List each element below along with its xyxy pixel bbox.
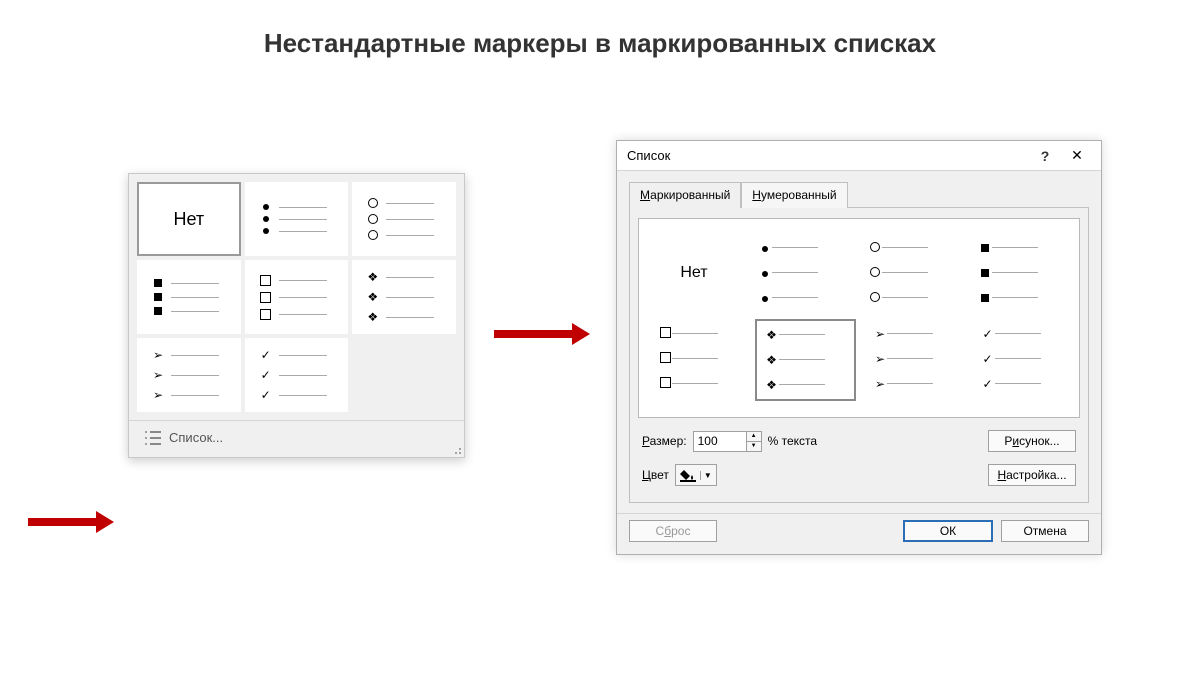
bullet-option-diamond4[interactable]: ❖ ❖ ❖: [352, 260, 456, 334]
preview-circle[interactable]: [857, 233, 961, 313]
page-title: Нестандартные маркеры в маркированных сп…: [0, 28, 1200, 59]
bullet-option-none[interactable]: Нет: [137, 182, 241, 256]
size-unit: % текста: [768, 434, 817, 448]
size-input-field[interactable]: [694, 432, 746, 451]
none-label: Нет: [174, 209, 205, 230]
list-more-label: Список...: [169, 430, 223, 445]
bullet-option-circle[interactable]: [352, 182, 456, 256]
bullet-library-popup: Нет ❖ ❖ ❖ ➢ ➢ ➢: [128, 173, 465, 458]
size-input[interactable]: ▲ ▼: [693, 431, 762, 452]
spin-down[interactable]: ▼: [747, 442, 761, 451]
size-label: Размер:: [642, 434, 687, 448]
arrow-to-dialog: [494, 330, 572, 338]
arrow-to-list: [28, 518, 96, 526]
spin-up[interactable]: ▲: [747, 432, 761, 442]
close-button[interactable]: ✕: [1061, 147, 1093, 164]
dialog-title: Список: [627, 148, 670, 163]
preview-sq-filled[interactable]: [967, 233, 1071, 313]
bullet-option-square-filled[interactable]: [137, 260, 241, 334]
color-label: Цвет: [642, 468, 669, 482]
tab-numbered[interactable]: Нумерованный: [741, 182, 847, 208]
help-button[interactable]: ?: [1029, 148, 1061, 164]
list-more-button[interactable]: Список...: [139, 426, 454, 449]
preview-diamond4[interactable]: ❖ ❖ ❖: [755, 319, 857, 401]
tab-panel: Нет: [629, 207, 1089, 503]
customize-button[interactable]: Настройка...: [988, 464, 1076, 486]
resize-handle[interactable]: [452, 445, 462, 455]
preview-none[interactable]: Нет: [647, 233, 741, 313]
bullet-option-check[interactable]: ✓ ✓ ✓: [245, 338, 349, 412]
titlebar: Список ? ✕: [617, 141, 1101, 171]
preview-frame: Нет: [638, 218, 1080, 418]
paint-bucket-icon: [680, 468, 696, 482]
bullet-option-arrowhead[interactable]: ➢ ➢ ➢: [137, 338, 241, 412]
bullet-option-square-outline[interactable]: [245, 260, 349, 334]
bullet-option-dot[interactable]: [245, 182, 349, 256]
ok-button[interactable]: ОК: [903, 520, 993, 542]
picture-button[interactable]: Рисунок...: [988, 430, 1076, 452]
color-picker[interactable]: ▼: [675, 464, 717, 486]
list-dialog: Список ? ✕ Маркированный Нумерованный Не…: [616, 140, 1102, 555]
preview-arrowhead[interactable]: ➢ ➢ ➢: [862, 319, 964, 399]
preview-dot[interactable]: [747, 233, 851, 313]
tab-bulleted[interactable]: Маркированный: [629, 182, 741, 208]
list-icon: [145, 431, 161, 445]
cancel-button[interactable]: Отмена: [1001, 520, 1089, 542]
chevron-down-icon: ▼: [700, 471, 712, 480]
preview-check[interactable]: ✓ ✓ ✓: [970, 319, 1072, 399]
preview-sq-outline[interactable]: [647, 319, 749, 399]
reset-button[interactable]: Сброс: [629, 520, 717, 542]
